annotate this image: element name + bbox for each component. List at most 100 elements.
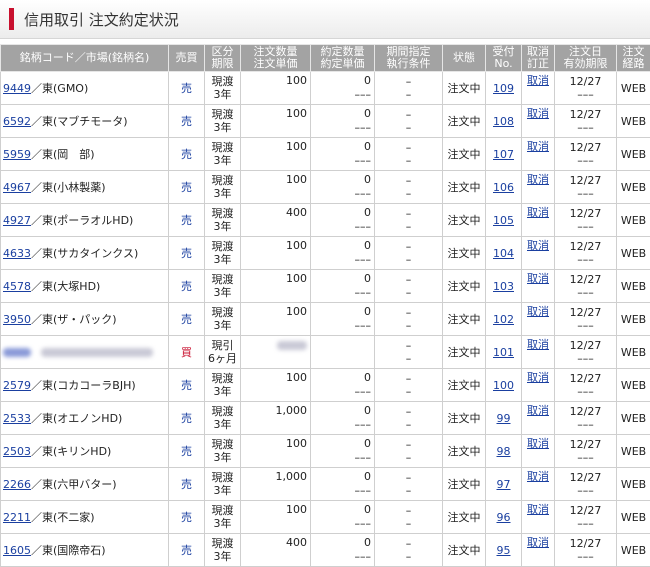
cancel-link[interactable]: 取消: [527, 239, 549, 252]
receipt-no-link[interactable]: 104: [493, 247, 514, 260]
col-header-order: 注文数量注文単価: [241, 45, 311, 72]
cancel-link[interactable]: 取消: [527, 206, 549, 219]
cancel-link[interactable]: 取消: [527, 404, 549, 417]
order-price: [243, 252, 307, 253]
receipt-cell: 106: [486, 171, 522, 204]
order-qty-price-cell: 100: [241, 369, 311, 402]
stock-cell: 9449／東(GMO): [1, 72, 169, 105]
order-date: 12/27: [557, 405, 614, 418]
route-cell: WEB: [617, 435, 650, 468]
order-qty-price-cell: 100: [241, 270, 311, 303]
cancel-link[interactable]: 取消: [527, 140, 549, 153]
redacted-qty: [277, 341, 307, 350]
kubun-type: 現渡: [207, 141, 238, 154]
order-date: 12/27: [557, 306, 614, 319]
cancel-link[interactable]: 取消: [527, 272, 549, 285]
stock-code-link[interactable]: 4633: [3, 247, 31, 260]
receipt-no-link[interactable]: 96: [497, 511, 511, 524]
cancel-cell: 取消: [522, 204, 555, 237]
kubun-type: 現渡: [207, 372, 238, 385]
side-cell: 売: [169, 138, 205, 171]
receipt-no-link[interactable]: 106: [493, 181, 514, 194]
status-cell: 注文中: [443, 369, 486, 402]
receipt-no-link[interactable]: 97: [497, 478, 511, 491]
order-date: 12/27: [557, 240, 614, 253]
cancel-link[interactable]: 取消: [527, 470, 549, 483]
receipt-no-link[interactable]: 109: [493, 82, 514, 95]
period-spec: –: [377, 504, 440, 517]
expiry-date: –––: [557, 451, 614, 464]
kubun-cell: 現渡3年: [205, 105, 241, 138]
cancel-link[interactable]: 取消: [527, 437, 549, 450]
receipt-no-link[interactable]: 102: [493, 313, 514, 326]
col-header-status: 状態: [443, 45, 486, 72]
order-qty-price-cell: 1,000: [241, 468, 311, 501]
order-date: 12/27: [557, 471, 614, 484]
stock-code-link[interactable]: 2211: [3, 511, 31, 524]
stock-code-link[interactable]: 2266: [3, 478, 31, 491]
cancel-link[interactable]: 取消: [527, 74, 549, 87]
receipt-no-link[interactable]: 108: [493, 115, 514, 128]
stock-code-link[interactable]: 1605: [3, 544, 31, 557]
exec-qty-price-cell: 0–––: [311, 468, 375, 501]
stock-market-name: 東(大塚HD): [42, 280, 100, 293]
receipt-cell: 104: [486, 237, 522, 270]
receipt-no-link[interactable]: 101: [493, 346, 514, 359]
cancel-link[interactable]: 取消: [527, 173, 549, 186]
order-date: 12/27: [557, 372, 614, 385]
order-qty-price-cell: 100: [241, 138, 311, 171]
stock-market-name: 東(不二家): [42, 511, 95, 524]
stock-code-link[interactable]: 2533: [3, 412, 31, 425]
exec-quantity: 0: [313, 468, 371, 483]
stock-code-link[interactable]: 4927: [3, 214, 31, 227]
exec-qty-price-cell: 0–––: [311, 303, 375, 336]
order-qty-price-cell: 1,000: [241, 402, 311, 435]
stock-code-link[interactable]: 4578: [3, 280, 31, 293]
order-date: 12/27: [557, 108, 614, 121]
exec-condition: –: [377, 187, 440, 200]
kubun-cell: 現渡3年: [205, 402, 241, 435]
orders-table-body: 9449／東(GMO)売現渡3年1000–––––注文中109取消12/27––…: [1, 72, 650, 567]
stock-code-link[interactable]: 2503: [3, 445, 31, 458]
exec-condition: –: [377, 550, 440, 563]
receipt-no-link[interactable]: 100: [493, 379, 514, 392]
receipt-no-link[interactable]: 99: [497, 412, 511, 425]
stock-code-link[interactable]: 3950: [3, 313, 31, 326]
receipt-no-link[interactable]: 107: [493, 148, 514, 161]
exec-condition: –: [377, 319, 440, 332]
receipt-no-link[interactable]: 95: [497, 544, 511, 557]
receipt-no-link[interactable]: 98: [497, 445, 511, 458]
side-cell: 売: [169, 303, 205, 336]
receipt-no-link[interactable]: 103: [493, 280, 514, 293]
side-cell: 売: [169, 402, 205, 435]
cancel-link[interactable]: 取消: [527, 305, 549, 318]
cancel-link[interactable]: 取消: [527, 536, 549, 549]
title-accent-bar: [9, 8, 14, 30]
stock-code-link[interactable]: 4967: [3, 181, 31, 194]
cancel-link[interactable]: 取消: [527, 503, 549, 516]
stock-code-link[interactable]: 2579: [3, 379, 31, 392]
redacted-name: [41, 348, 153, 357]
date-cell: 12/27–––: [555, 171, 617, 204]
expiry-date: –––: [557, 88, 614, 101]
cancel-cell: 取消: [522, 171, 555, 204]
period-spec: –: [377, 75, 440, 88]
cancel-link[interactable]: 取消: [527, 371, 549, 384]
receipt-cell: 107: [486, 138, 522, 171]
exec-qty-price-cell: 0–––: [311, 72, 375, 105]
stock-code-link[interactable]: 6592: [3, 115, 31, 128]
exec-quantity: 0: [313, 171, 371, 186]
stock-code-link[interactable]: 5959: [3, 148, 31, 161]
order-qty-price-cell: 400: [241, 204, 311, 237]
period-spec: –: [377, 141, 440, 154]
status-cell: 注文中: [443, 303, 486, 336]
stock-code-link[interactable]: 9449: [3, 82, 31, 95]
cancel-link[interactable]: 取消: [527, 338, 549, 351]
side-cell: 売: [169, 501, 205, 534]
table-row: 5959／東(岡 部)売現渡3年1000–––––注文中107取消12/27––…: [1, 138, 650, 171]
exec-price: –––: [313, 285, 371, 299]
receipt-no-link[interactable]: 105: [493, 214, 514, 227]
kubun-cell: 現渡3年: [205, 435, 241, 468]
cancel-link[interactable]: 取消: [527, 107, 549, 120]
status-cell: 注文中: [443, 270, 486, 303]
